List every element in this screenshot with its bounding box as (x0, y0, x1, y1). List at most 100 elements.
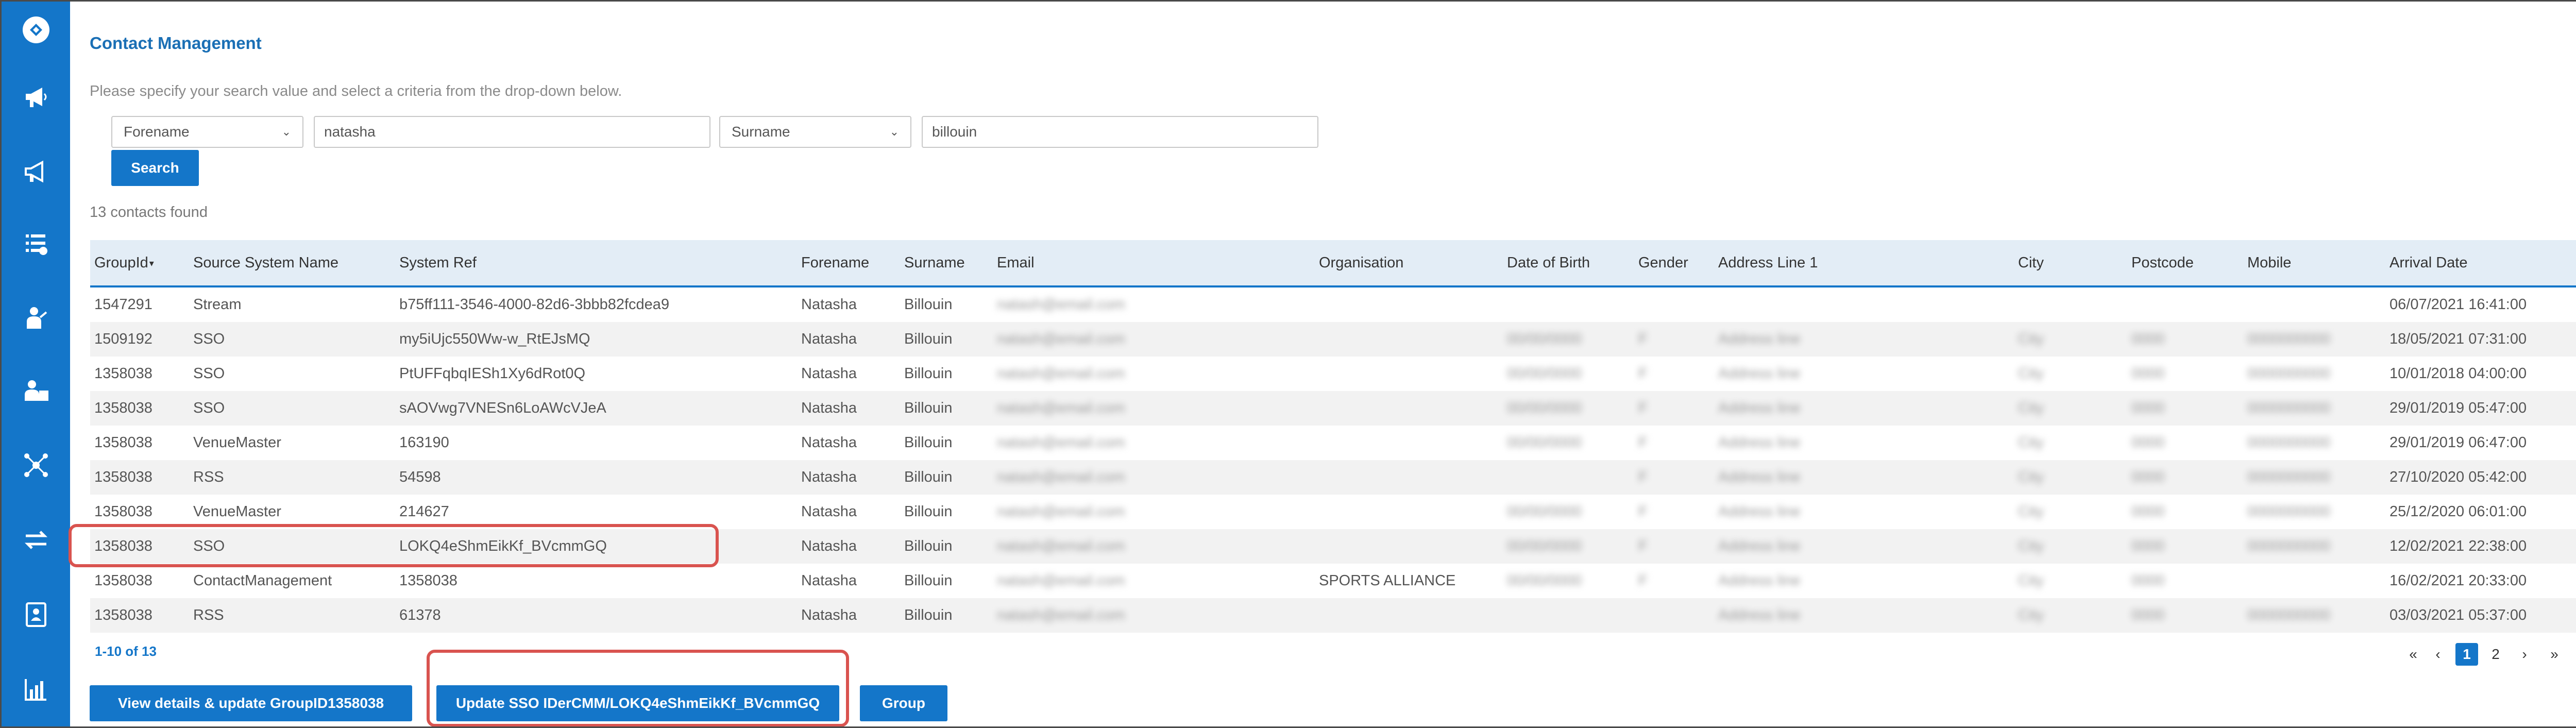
table-row[interactable]: 1509192 SSO my5iUjc550Ww-w_RtEJsMQ Natasha B… (90, 322, 2576, 357)
prev-page-button[interactable]: ‹ (2427, 643, 2449, 666)
cell-address: Address line (1718, 572, 1801, 589)
table-row[interactable]: 1358038 RSS 54598 Natasha Billouin natash@ema… (90, 460, 2576, 495)
column-header-city[interactable]: City (2018, 240, 2044, 285)
cell-email: natash@email.com (997, 607, 1125, 623)
cell-dob: 00/00/0000 (1507, 365, 1582, 382)
cell-source: VenueMaster (193, 434, 281, 451)
update-sso-button[interactable]: Update SSO IDerCMM/LOKQ4eShmEikKf_BVcmmG… (436, 685, 839, 721)
cell-dob: 00/00/0000 (1507, 572, 1582, 589)
cell-email: natash@email.com (997, 434, 1125, 451)
cell-surname: Billouin (904, 607, 953, 623)
cell-system-ref: sAOVwg7VNESn6LoAWcVJeA (399, 400, 606, 416)
column-header-email[interactable]: Email (997, 240, 1035, 285)
table-row[interactable]: 1358038 SSO sAOVwg7VNESn6LoAWcVJeA Natasha B… (90, 391, 2576, 426)
table-row[interactable]: 1358038 ContactManagement 1358038 Natasha Bi… (90, 564, 2576, 598)
cell-email: natash@email.com (997, 400, 1125, 416)
last-page-button[interactable]: » (2543, 643, 2566, 666)
cell-email: natash@email.com (997, 538, 1125, 554)
cell-groupid: 1358038 (94, 538, 152, 554)
column-header-organisation[interactable]: Organisation (1319, 240, 1403, 285)
cell-mobile: 0000000000 (2247, 434, 2331, 451)
search-value-input-1[interactable] (314, 116, 710, 148)
cell-surname: Billouin (904, 538, 953, 554)
table-row[interactable]: 1358038 SSO PtUFFqbqIESh1Xy6dRot0Q Natasha B… (90, 357, 2576, 391)
column-header-postcode[interactable]: Postcode (2131, 240, 2194, 285)
column-header-gender[interactable]: Gender (1638, 240, 1688, 285)
column-header-system-ref[interactable]: System Ref (399, 240, 477, 285)
logo-icon[interactable] (2, 2, 70, 58)
page-1-button[interactable]: 1 (2455, 643, 2478, 666)
cell-groupid: 1509192 (94, 331, 152, 347)
cell-dob: 00/00/0000 (1507, 400, 1582, 416)
page-2-button[interactable]: 2 (2484, 643, 2507, 666)
bar-chart-icon[interactable] (2, 661, 70, 718)
cell-city: City (2018, 434, 2044, 451)
cell-surname: Billouin (904, 434, 953, 451)
cell-city: City (2018, 607, 2044, 623)
cell-surname: Billouin (904, 503, 953, 520)
contact-card-icon[interactable] (2, 586, 70, 643)
table-row[interactable]: 1358038 SSO LOKQ4eShmEikKf_BVcmmGQ Natasha B… (90, 529, 2576, 564)
cell-email: natash@email.com (997, 365, 1125, 382)
cell-address: Address line (1718, 538, 1801, 554)
cell-forename: Natasha (801, 607, 857, 623)
cell-system-ref: 214627 (399, 503, 449, 520)
network-icon[interactable] (2, 437, 70, 494)
cell-postcode: 0000 (2131, 469, 2165, 485)
user-board-icon[interactable] (2, 362, 70, 419)
cell-city: City (2018, 331, 2044, 347)
column-header-address[interactable]: Address Line 1 (1718, 240, 1818, 285)
table-row[interactable]: 1547291 Stream b75ff111-3546-4000-82d6-3bb… (90, 287, 2576, 322)
cell-mobile: 0000000000 (2247, 538, 2331, 554)
cell-email: natash@email.com (997, 296, 1125, 313)
cell-system-ref: 1358038 (399, 572, 457, 589)
table-row[interactable]: 1358038 RSS 61378 Natasha Billouin natash@ema… (90, 598, 2576, 633)
presenter-icon[interactable] (2, 290, 70, 347)
search-value-input-2[interactable] (922, 116, 1318, 148)
column-header-dob[interactable]: Date of Birth (1507, 240, 1590, 285)
column-header-source[interactable]: Source System Name (193, 240, 338, 285)
cell-address: Address line (1718, 434, 1801, 451)
view-details-update-group-button[interactable]: View details & update GroupID1358038 (90, 685, 412, 721)
sidebar (2, 2, 70, 726)
cell-city: City (2018, 469, 2044, 485)
cell-dob: 00/00/0000 (1507, 434, 1582, 451)
megaphone-icon[interactable] (2, 69, 70, 125)
cell-email: natash@email.com (997, 469, 1125, 485)
search-button[interactable]: Search (111, 150, 199, 186)
cell-source: ContactManagement (193, 572, 332, 589)
first-page-button[interactable]: « (2402, 643, 2425, 666)
table-row[interactable]: 1358038 VenueMaster 163190 Natasha Billouin n… (90, 426, 2576, 460)
column-header-surname[interactable]: Surname (904, 240, 965, 285)
cell-address (1718, 287, 1986, 322)
column-header-forename[interactable]: Forename (801, 240, 869, 285)
table-header: GroupId ▾ Source System Name System Ref F… (90, 240, 2576, 287)
column-header-arrival[interactable]: Arrival Date (2389, 240, 2468, 285)
cell-surname: Billouin (904, 365, 953, 382)
table-row[interactable]: 1358038 VenueMaster 214627 Natasha Billouin n… (90, 495, 2576, 529)
column-header-groupid[interactable]: GroupId ▾ (94, 240, 154, 285)
cell-arrival: 03/03/2021 05:37:00 (2389, 607, 2527, 623)
column-header-mobile[interactable]: Mobile (2247, 240, 2291, 285)
criteria-select-1-value: Forename (124, 124, 190, 140)
megaphone-outline-icon[interactable] (2, 143, 70, 200)
group-button[interactable]: Group (860, 685, 947, 721)
next-page-button[interactable]: › (2513, 643, 2536, 666)
cell-mobile: 0000000000 (2247, 331, 2331, 347)
chevron-down-icon: ⌄ (889, 125, 899, 138)
cell-gender: F (1638, 538, 1648, 554)
cell-email: natash@email.com (997, 331, 1125, 347)
transfer-arrows-icon[interactable] (2, 512, 70, 568)
cell-postcode: 0000 (2131, 572, 2165, 589)
cell-postcode: 0000 (2131, 365, 2165, 382)
criteria-select-1[interactable]: Forename ⌄ (111, 116, 303, 148)
criteria-select-2[interactable]: Surname ⌄ (719, 116, 911, 148)
cell-email: natash@email.com (997, 572, 1125, 589)
cell-forename: Natasha (801, 434, 857, 451)
results-count: 13 contacts found (90, 204, 208, 221)
cell-source: SSO (193, 400, 225, 416)
task-list-icon[interactable] (2, 215, 70, 272)
cell-city: City (2018, 538, 2044, 554)
cell-mobile: 0000000000 (2247, 503, 2331, 520)
cell-source: Stream (193, 296, 242, 313)
